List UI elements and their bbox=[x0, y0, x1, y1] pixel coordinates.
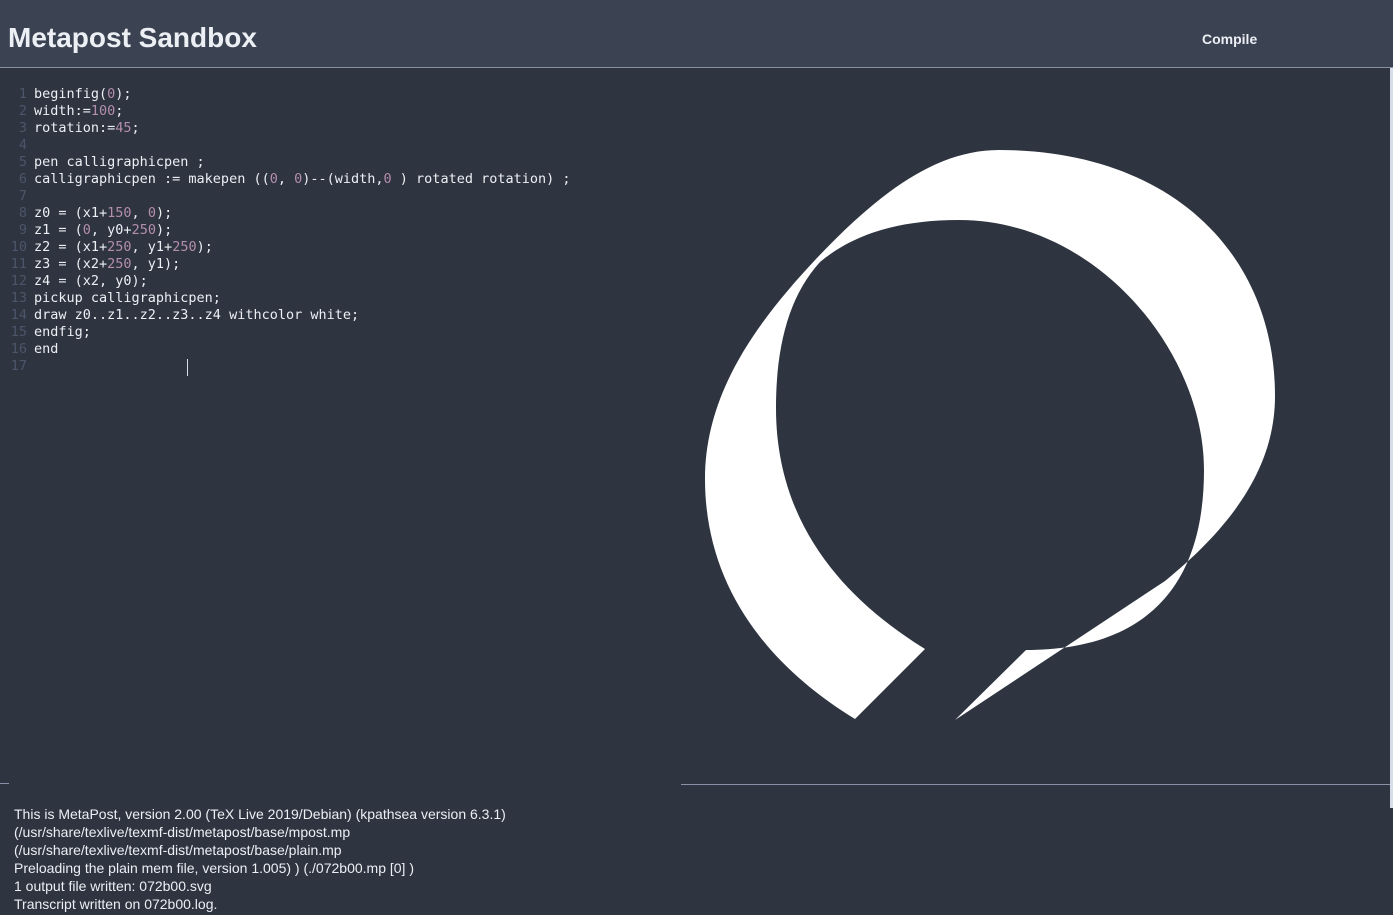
code-number-token: 250 bbox=[107, 239, 132, 255]
code-text-token: )--(width, bbox=[302, 171, 384, 187]
code-line[interactable]: 16 end bbox=[0, 341, 570, 358]
code-number-token: 0 bbox=[383, 171, 392, 187]
compile-button[interactable]: Compile bbox=[1190, 26, 1269, 52]
line-number: 6 bbox=[18, 171, 27, 187]
line-number: 3 bbox=[18, 120, 27, 136]
code-line[interactable]: 7 bbox=[0, 188, 570, 205]
code-line[interactable]: 2 width:=100; bbox=[0, 103, 570, 120]
code-number-token: 250 bbox=[131, 222, 156, 238]
console-line: Transcript written on 072b00.log. bbox=[14, 896, 218, 912]
line-number: 10 bbox=[10, 239, 27, 255]
line-number: 14 bbox=[10, 307, 27, 323]
code-text-token: z2 = (x1+ bbox=[34, 239, 108, 255]
line-number: 17 bbox=[10, 358, 27, 374]
code-text-token: , y1+ bbox=[131, 239, 173, 255]
code-line[interactable]: 13 pickup calligraphicpen; bbox=[0, 290, 570, 307]
code-text-token: ); bbox=[196, 239, 213, 255]
code-number-token: 250 bbox=[107, 256, 132, 272]
code-line[interactable]: 1 beginfig(0); bbox=[0, 86, 570, 103]
code-number-token: 0 bbox=[82, 222, 91, 238]
code-number-token: 100 bbox=[90, 103, 116, 119]
app-title: Metapost Sandbox bbox=[8, 22, 257, 53]
calligraphic-stroke bbox=[705, 150, 1275, 720]
console-line: 1 output file written: 072b00.svg bbox=[14, 878, 212, 894]
code-text-token: z1 = ( bbox=[34, 222, 83, 238]
code-text-token: , bbox=[277, 171, 295, 187]
line-number: 15 bbox=[10, 324, 27, 340]
line-number: 11 bbox=[10, 256, 27, 272]
code-text-token: , y1); bbox=[131, 256, 181, 272]
code-text-token: pen calligraphicpen ; bbox=[34, 154, 205, 170]
code-text-token: , bbox=[131, 205, 148, 221]
code-line[interactable]: 6 calligraphicpen := makepen ((0, 0)--(wi… bbox=[0, 171, 571, 188]
line-number: 9 bbox=[18, 222, 27, 238]
line-number: 7 bbox=[18, 188, 27, 204]
pane-divider-right bbox=[681, 784, 1391, 785]
code-line[interactable]: 12 z4 = (x2, y0); bbox=[0, 273, 570, 290]
code-line[interactable]: 5 pen calligraphicpen ; bbox=[0, 154, 570, 171]
console-line: (/usr/share/texlive/texmf-dist/metapost/… bbox=[14, 842, 342, 858]
code-text-token: ); bbox=[155, 222, 173, 238]
line-number: 2 bbox=[18, 103, 27, 119]
code-line[interactable]: 4 bbox=[0, 137, 570, 154]
console-line: (/usr/share/texlive/texmf-dist/metapost/… bbox=[14, 824, 351, 840]
line-number: 1 bbox=[18, 86, 27, 102]
code-number-token: 250 bbox=[172, 239, 197, 255]
code-text-token: z0 = (x1+ bbox=[34, 205, 108, 221]
code-number-token: 150 bbox=[107, 205, 132, 221]
code-text-token: ) rotated rotation) ; bbox=[391, 171, 571, 187]
console-line: Preloading the plain mem file, version 1… bbox=[14, 860, 414, 876]
code-number-token: 0 bbox=[269, 171, 278, 187]
code-line[interactable]: 10 z2 = (x1+250, y1+250); bbox=[0, 239, 570, 256]
code-text-token: ; bbox=[131, 120, 140, 136]
app-header: Metapost Sandbox Compile bbox=[0, 0, 1393, 68]
code-text-token: z4 = (x2, y0); bbox=[34, 273, 148, 289]
code-line[interactable]: 17 bbox=[0, 358, 570, 376]
code-number-token: 45 bbox=[115, 120, 132, 136]
line-number: 4 bbox=[18, 137, 27, 153]
code-text-token: beginfig( bbox=[34, 86, 108, 102]
console-line: This is MetaPost, version 2.00 (TeX Live… bbox=[14, 806, 506, 822]
line-number: 12 bbox=[10, 273, 27, 289]
code-editor[interactable]: 1 beginfig(0); 2 width:=100; 3 rotation:=45; 4… bbox=[0, 68, 680, 783]
console-output: This is MetaPost, version 2.00 (TeX Live… bbox=[14, 805, 506, 913]
code-line[interactable]: 15 endfig; bbox=[0, 324, 570, 341]
pane-divider-left bbox=[0, 783, 9, 784]
code-text-token: , y0+ bbox=[90, 222, 132, 238]
code-text-token: ; bbox=[115, 103, 124, 119]
code-text-token: end bbox=[34, 341, 59, 357]
line-number: 8 bbox=[18, 205, 27, 221]
code-text-token: calligraphicpen := makepen (( bbox=[34, 171, 270, 187]
code-lines[interactable]: 1 beginfig(0); 2 width:=100; 3 rotation:=45; 4… bbox=[0, 86, 571, 376]
code-text-token: z3 = (x2+ bbox=[34, 256, 108, 272]
line-number: 16 bbox=[10, 341, 27, 357]
code-text-token: ); bbox=[155, 205, 173, 221]
code-line[interactable]: 14 draw z0..z1..z2..z3..z4 withcolor whit… bbox=[0, 307, 570, 324]
code-text-token: pickup calligraphicpen; bbox=[34, 290, 221, 306]
figure-preview bbox=[681, 68, 1391, 784]
code-number-token: 0 bbox=[147, 205, 156, 221]
code-text-token: ); bbox=[115, 86, 132, 102]
code-line[interactable]: 8 z0 = (x1+150, 0); bbox=[0, 205, 570, 222]
code-line[interactable]: 9 z1 = (0, y0+250); bbox=[0, 222, 570, 239]
line-number: 13 bbox=[10, 290, 27, 306]
text-cursor bbox=[187, 359, 188, 376]
code-text-token: width:= bbox=[34, 103, 91, 119]
code-text-token: endfig; bbox=[34, 324, 91, 340]
code-text-token: draw z0..z1..z2..z3..z4 withcolor white; bbox=[34, 307, 360, 323]
code-line[interactable]: 11 z3 = (x2+250, y1); bbox=[0, 256, 570, 273]
line-number: 5 bbox=[18, 154, 27, 170]
code-text-token: rotation:= bbox=[34, 120, 116, 136]
code-line[interactable]: 3 rotation:=45; bbox=[0, 120, 570, 137]
metapost-output-figure bbox=[705, 150, 1275, 720]
